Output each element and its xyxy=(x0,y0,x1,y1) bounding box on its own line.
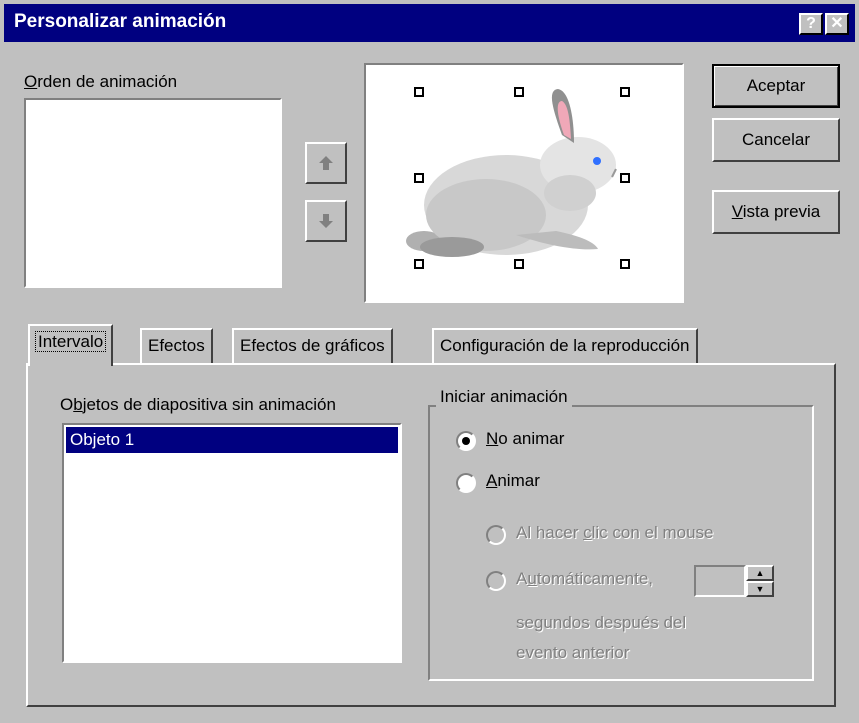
title-bar: Personalizar animación ? ✕ xyxy=(4,4,855,42)
move-down-button[interactable] xyxy=(305,200,347,242)
selection-handle[interactable] xyxy=(620,87,630,97)
automatic-label: Automáticamente, xyxy=(516,569,654,588)
selection-handle[interactable] xyxy=(414,259,424,269)
tab-panel-intervalo: Objetos de diapositiva sin animación Obj… xyxy=(26,363,836,707)
seconds-after-label: segundos después del xyxy=(516,613,687,632)
selection-handle[interactable] xyxy=(514,87,524,97)
selection-handle[interactable] xyxy=(414,87,424,97)
spin-down-icon[interactable]: ▼ xyxy=(746,581,774,597)
objects-label: Objetos de diapositiva sin animación xyxy=(60,395,336,414)
objects-list[interactable]: Objeto 1 xyxy=(62,423,402,663)
arrow-up-icon xyxy=(319,156,333,170)
selection-handle[interactable] xyxy=(414,173,424,183)
preview-button[interactable]: Vista previa xyxy=(712,190,840,234)
tab-configuracion-reproduccion[interactable]: Configuración de la reproducción xyxy=(432,328,698,364)
move-up-button[interactable] xyxy=(305,142,347,184)
help-button[interactable]: ? xyxy=(799,13,823,35)
spin-up-icon[interactable]: ▲ xyxy=(746,565,774,581)
custom-animation-dialog: Personalizar animación ? ✕ Orden de anim… xyxy=(0,0,859,723)
no-animate-radio[interactable] xyxy=(456,431,476,451)
arrow-down-icon xyxy=(319,214,333,228)
cancel-button[interactable]: Cancelar xyxy=(712,118,840,162)
selection-handle[interactable] xyxy=(620,173,630,183)
on-click-label: Al hacer clic con el mouse xyxy=(516,523,714,542)
animate-radio[interactable] xyxy=(456,473,476,493)
tab-efectos[interactable]: Efectos xyxy=(140,328,213,364)
animation-order-label: Orden de animación xyxy=(24,72,178,91)
preview-frame xyxy=(364,63,684,303)
start-animation-label: Iniciar animación xyxy=(436,387,572,407)
automatic-radio[interactable] xyxy=(486,571,506,591)
seconds-input[interactable] xyxy=(694,565,746,597)
selection-handle[interactable] xyxy=(620,259,630,269)
animation-order-list[interactable] xyxy=(24,98,282,288)
animate-label: Animar xyxy=(486,471,540,490)
accept-button[interactable]: Aceptar xyxy=(712,64,840,108)
on-click-radio[interactable] xyxy=(486,525,506,545)
no-animate-label: No animar xyxy=(486,429,565,448)
selection-handle[interactable] xyxy=(514,259,524,269)
dialog-title: Personalizar animación xyxy=(14,11,227,32)
list-item[interactable]: Objeto 1 xyxy=(66,427,398,453)
seconds-spinner[interactable]: ▲ ▼ xyxy=(746,565,774,597)
previous-event-label: evento anterior xyxy=(516,643,630,662)
close-button[interactable]: ✕ xyxy=(825,13,849,35)
tab-efectos-graficos[interactable]: Efectos de gráficos xyxy=(232,328,393,364)
tab-intervalo[interactable]: Intervalo xyxy=(28,324,114,366)
